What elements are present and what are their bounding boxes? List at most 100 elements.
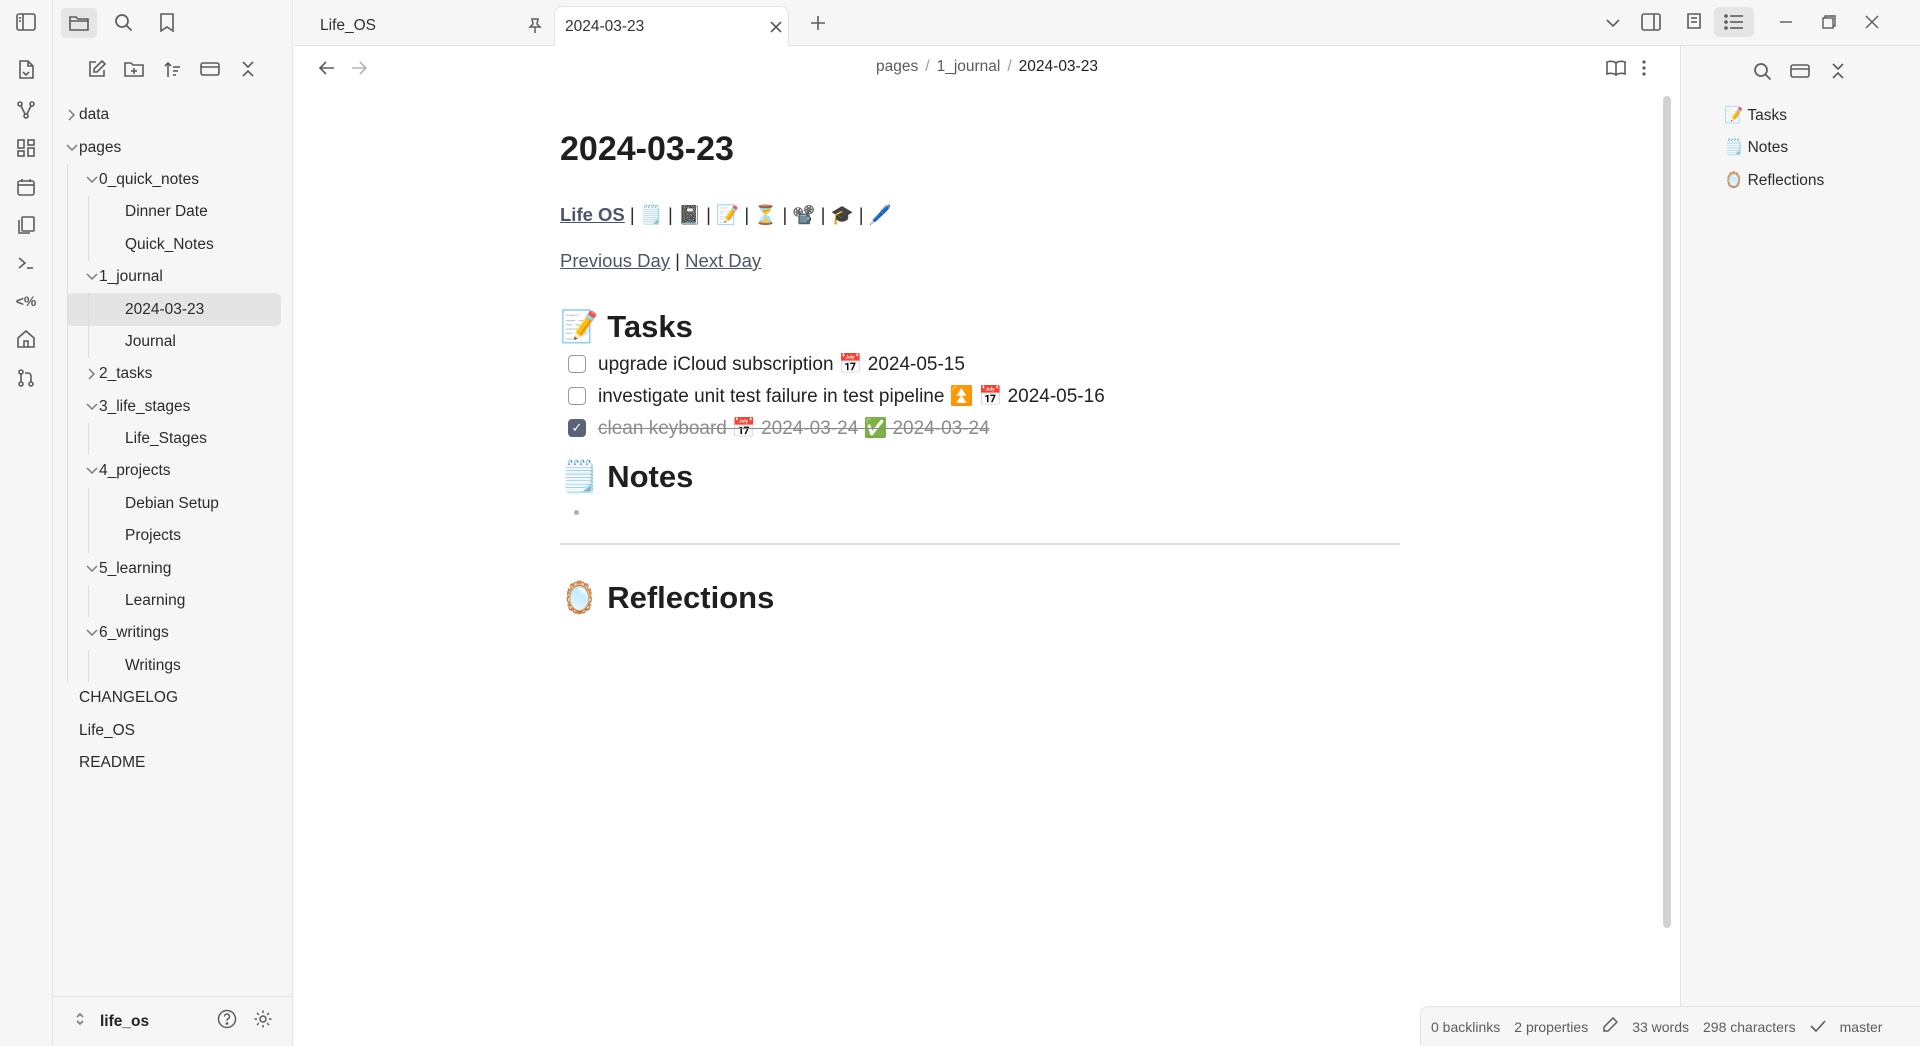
outline-panel-icon[interactable] [1714,7,1754,37]
chevron-down-icon[interactable] [85,270,99,284]
task-text[interactable]: upgrade iCloud subscription 📅 2024-05-15 [598,352,965,376]
learning-emoji-link[interactable]: 🎓 [831,204,854,225]
reflections-heading[interactable]: 🪞 Reflections [560,575,1400,619]
life-stages-emoji-link[interactable]: ⏳ [754,204,777,225]
daily-note-calendar-icon[interactable] [14,175,38,199]
toggle-left-sidebar-icon[interactable] [14,10,38,34]
outline-item-notes[interactable]: 🗒️ Notes [1724,132,1824,165]
tree-file[interactable]: README [53,747,293,779]
empty-bullet[interactable] [574,510,579,515]
git-branch[interactable]: master [1840,1019,1883,1035]
next-day-link[interactable]: Next Day [685,250,761,271]
restore-window-icon[interactable] [1818,11,1840,33]
tree-folder[interactable]: data [53,99,293,131]
tree-file[interactable]: Learning [53,585,293,617]
task-checkbox[interactable] [568,355,586,373]
tab-life-os[interactable]: Life_OS [304,6,550,46]
outline-collapse-all-icon[interactable] [1827,60,1849,82]
tree-file[interactable]: CHANGELOG [53,682,293,714]
open-quick-switcher-icon[interactable] [14,58,38,82]
tasks-heading[interactable]: 📝 Tasks [560,304,1400,348]
backlinks-panel-icon[interactable] [1683,11,1705,33]
help-icon[interactable] [217,1009,237,1034]
notes-heading[interactable]: 🗒️ Notes [560,454,1400,498]
command-palette-icon[interactable] [14,251,38,275]
templater-icon[interactable]: <% [14,289,38,313]
breadcrumb-1-journal[interactable]: 1_journal [937,58,1001,75]
outline-item-reflections[interactable]: 🪞 Reflections [1724,164,1824,197]
new-tab-plus-icon[interactable] [807,12,829,34]
settings-gear-icon[interactable] [253,1009,273,1034]
task-text[interactable]: investigate unit test failure in test pi… [598,384,1105,408]
task-checkbox[interactable] [568,387,586,405]
life-os-link[interactable]: Life OS [560,204,625,225]
tree-folder[interactable]: 5_learning [53,552,293,584]
tree-folder[interactable]: 0_quick_notes [53,164,293,196]
chevron-right-icon[interactable] [85,367,99,381]
tree-folder[interactable]: 4_projects [53,455,293,487]
more-options-icon[interactable] [1633,57,1655,79]
tree-file[interactable]: Life_OS [53,714,293,746]
close-window-icon[interactable] [1861,11,1883,33]
tree-file[interactable]: Dinner Date [53,196,293,228]
outline-item-tasks[interactable]: 📝 Tasks [1724,99,1824,132]
task-text[interactable]: clean keyboard 📅 2024-03-24 ✅ 2024-03-24 [598,416,990,440]
tree-file[interactable]: Journal [53,326,293,358]
chevron-right-icon[interactable] [65,108,79,122]
tree-file[interactable]: Projects [53,520,293,552]
home-icon[interactable] [14,327,38,351]
previous-day-link[interactable]: Previous Day [560,250,670,271]
collapse-all-icon[interactable] [235,56,261,82]
properties-count[interactable]: 2 properties [1514,1019,1588,1035]
task-checkbox-checked[interactable]: ✓ [568,419,586,437]
templates-icon[interactable] [14,213,38,237]
bookmarks-icon[interactable] [149,8,185,38]
vault-name[interactable]: life_os [100,1013,149,1031]
chevron-down-icon[interactable] [85,173,99,187]
new-folder-icon[interactable] [121,56,147,82]
breadcrumb-pages[interactable]: pages [876,58,918,75]
tree-file[interactable]: Debian Setup [53,488,293,520]
tasks-emoji-link[interactable]: 📝 [716,204,739,225]
notes-emoji-link[interactable]: 🗒️ [640,204,663,225]
chevron-down-icon[interactable] [85,400,99,414]
chevron-down-icon[interactable] [65,141,79,155]
tree-folder[interactable]: 1_journal [53,261,293,293]
backlinks-count[interactable]: 0 backlinks [1431,1019,1500,1035]
tree-folder[interactable]: 6_writings [53,617,293,649]
minimize-window-icon[interactable] [1775,11,1797,33]
tree-folder[interactable]: pages [53,131,293,163]
files-view-icon[interactable] [61,7,97,38]
tree-folder[interactable]: 2_tasks [53,358,293,390]
sync-check-icon[interactable] [1810,1019,1826,1035]
projects-emoji-link[interactable]: 📽️ [792,204,815,225]
breadcrumb-current[interactable]: 2024-03-23 [1019,58,1098,75]
sort-order-icon[interactable] [159,56,185,82]
journal-emoji-link[interactable]: 📓 [678,204,701,225]
tree-file[interactable]: Writings [53,650,293,682]
outline-auto-expand-icon[interactable] [1789,60,1811,82]
auto-reveal-icon[interactable] [197,56,223,82]
new-note-icon[interactable] [83,56,109,82]
close-tab-icon[interactable] [765,16,787,38]
git-icon[interactable] [14,366,38,390]
reading-view-book-icon[interactable] [1605,57,1627,79]
graph-view-icon[interactable] [14,98,38,122]
pin-icon[interactable] [524,15,546,37]
canvas-icon[interactable] [14,136,38,160]
vault-switcher[interactable]: life_os [53,996,293,1046]
tab-list-chevron-down-icon[interactable] [1602,12,1624,34]
tree-file[interactable]: Quick_Notes [53,229,293,261]
tab-2024-03-23[interactable]: 2024-03-23 [554,6,789,46]
note-title[interactable]: 2024-03-23 [560,130,1400,182]
chevron-down-icon[interactable] [85,626,99,640]
outline-search-icon[interactable] [1751,60,1773,82]
editing-mode-pencil-icon[interactable] [1602,1016,1619,1036]
toggle-right-sidebar-icon[interactable] [1640,11,1662,33]
editor-scrollbar[interactable] [1663,96,1671,928]
search-icon[interactable] [105,8,141,38]
tree-file[interactable]: 2024-03-23 [67,293,281,326]
tree-folder[interactable]: 3_life_stages [53,391,293,423]
tree-file[interactable]: Life_Stages [53,423,293,455]
chevron-down-icon[interactable] [85,562,99,576]
